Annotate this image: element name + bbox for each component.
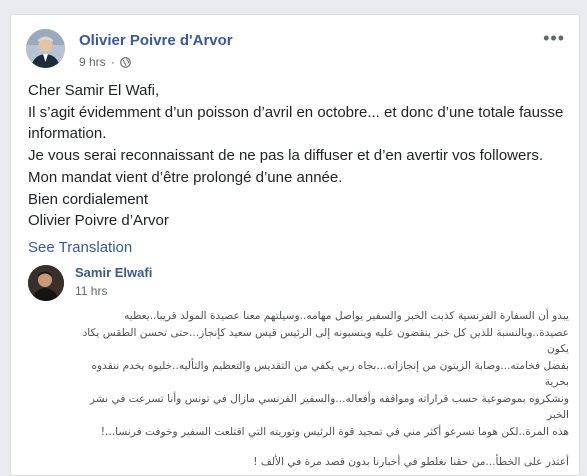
post-line: Mon mandat vient d’être prolongé d’une a…	[28, 168, 343, 186]
comment-line: هذه المرة..لكن هوما تسرعو أكثر مني في تم…	[100, 425, 569, 438]
commenter-avatar[interactable]	[28, 265, 64, 301]
comment-line: بفضل فخامته...وصابة الزيتون من إنجازاته.…	[91, 359, 570, 389]
commenter-name[interactable]: Samir Elwafi	[75, 265, 152, 280]
comment-text: يبدو أن السفارة الفرنسية كذبت الخبر والس…	[71, 308, 569, 471]
globe-icon[interactable]	[119, 56, 131, 68]
post-line: Je vous serai reconnaissant de ne pas la…	[28, 147, 543, 165]
post-meta: 9 hrs ·	[79, 55, 131, 69]
author-avatar[interactable]	[26, 29, 65, 68]
more-options-icon[interactable]: •••	[543, 29, 565, 47]
post-line: Il s’agit évidemment d’un poisson d’avri…	[28, 103, 564, 143]
author-photo	[26, 29, 65, 68]
comment-line: ونشكروه بموضوعية حسب قراراته ومواقفه وأف…	[89, 392, 569, 422]
post-line: Olivier Poivre d’Arvor	[28, 212, 169, 230]
comment-line: عصيدة..وبالنسبة للذين كل خبر ينقضون عليه…	[82, 326, 569, 356]
post-line: Bien cordialement	[28, 190, 149, 208]
post-line: Cher Samir El Wafi,	[28, 82, 160, 99]
see-translation-link[interactable]: See Translation	[28, 239, 132, 256]
post-author-name[interactable]: Olivier Poivre d'Arvor	[79, 32, 233, 49]
comment-apology: أعتذر على الخطأ...من حقنا نغلطو في أخبار…	[253, 456, 569, 468]
meta-separator: ·	[110, 55, 115, 69]
post-body: Cher Samir El Wafi, Il s’agit évidemment…	[28, 80, 568, 232]
comment-line: يبدو أن السفارة الفرنسية كذبت الخبر والس…	[124, 310, 569, 322]
comment-timestamp[interactable]: 11 hrs	[75, 284, 107, 298]
facebook-post: Olivier Poivre d'Arvor 9 hrs · ••• Cher …	[10, 14, 580, 476]
post-timestamp[interactable]: 9 hrs	[79, 55, 106, 69]
commenter-photo	[28, 265, 64, 301]
